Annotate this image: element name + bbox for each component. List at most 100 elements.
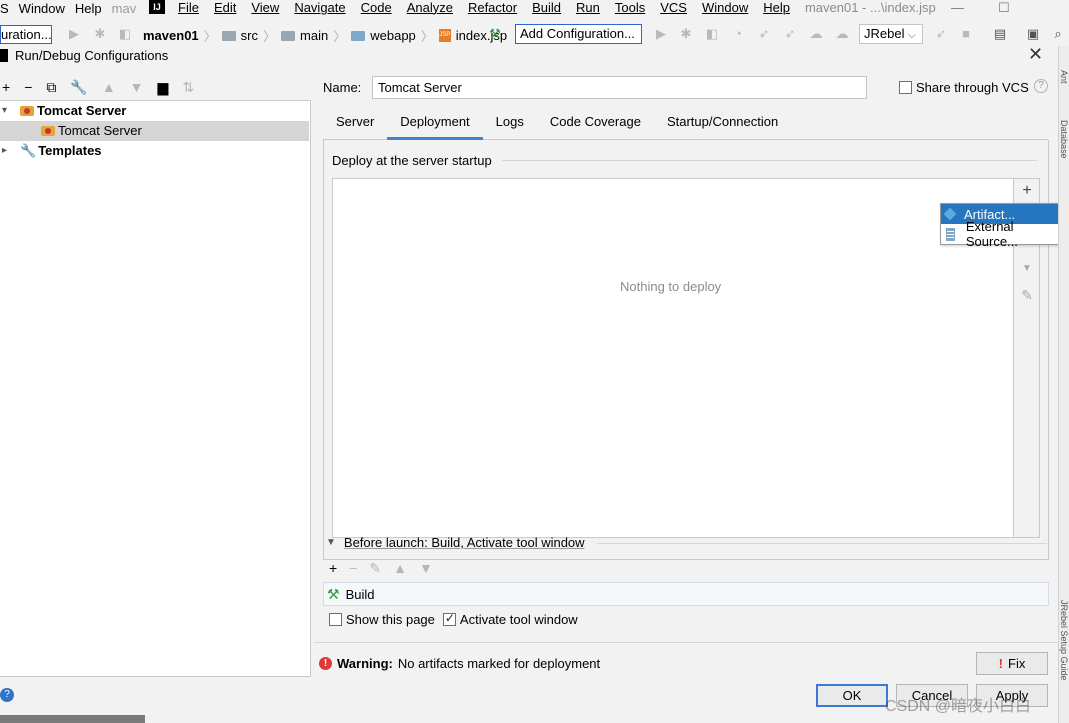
folder-icon: [221, 30, 236, 41]
menu-edit[interactable]: Edit: [214, 0, 236, 15]
menu-refactor[interactable]: Refactor: [468, 0, 517, 15]
add-icon[interactable]: +: [329, 560, 337, 577]
help-icon[interactable]: ?: [0, 688, 14, 702]
menu-item-window-left[interactable]: Window: [19, 1, 65, 16]
maximize-icon[interactable]: ☐: [998, 0, 1010, 16]
move-down-icon[interactable]: ▼: [1019, 261, 1035, 277]
move-down-icon[interactable]: ▼: [130, 79, 144, 95]
build-hammer-icon[interactable]: ⚒: [487, 26, 503, 42]
tab-server[interactable]: Server: [323, 108, 387, 140]
new-folder-icon[interactable]: ▆: [158, 79, 169, 96]
warning-icon: !: [319, 657, 332, 670]
tool-window-database[interactable]: Database: [1059, 120, 1069, 159]
before-launch-label: Before launch: Build, Activate tool wind…: [343, 535, 585, 550]
menu-tools[interactable]: Tools: [615, 0, 645, 15]
menu-window[interactable]: Window: [702, 0, 748, 15]
tab-logs[interactable]: Logs: [483, 108, 537, 140]
project-structure-icon[interactable]: ▤: [992, 26, 1008, 42]
show-page-label: Show this page: [346, 612, 435, 627]
move-up-icon[interactable]: ▲: [102, 79, 116, 95]
deployment-list[interactable]: [332, 178, 1014, 538]
popup-item-external-source[interactable]: External Source...: [941, 219, 1067, 249]
menu-code[interactable]: Code: [361, 0, 392, 15]
fix-button[interactable]: ! Fix: [976, 652, 1048, 675]
coverage-disabled-icon[interactable]: ◧: [704, 26, 720, 42]
share-checkbox[interactable]: [899, 81, 912, 94]
before-launch-header[interactable]: ▼ Before launch: Build, Activate tool wi…: [326, 535, 585, 550]
menu-vcs[interactable]: VCS: [660, 0, 687, 15]
coverage-icon[interactable]: ◧: [117, 26, 133, 42]
sort-icon[interactable]: ⇅: [182, 79, 194, 96]
tree-group-tomcat[interactable]: ▾ Tomcat Server: [0, 101, 309, 121]
debug-disabled-icon[interactable]: ✱: [678, 26, 694, 42]
breadcrumb-project[interactable]: maven01: [143, 28, 199, 43]
menu-analyze[interactable]: Analyze: [407, 0, 453, 15]
ok-button[interactable]: OK: [816, 684, 888, 707]
menu-item-help-left[interactable]: Help: [75, 1, 102, 16]
move-down-icon[interactable]: ▼: [419, 560, 433, 577]
tab-code-coverage[interactable]: Code Coverage: [537, 108, 654, 140]
config-tree-toolbar: + − ⧉ 🔧 ▲ ▼ ▆ ⇅: [2, 78, 194, 96]
breadcrumb-main[interactable]: main: [300, 28, 328, 43]
remove-icon[interactable]: −: [24, 79, 32, 95]
remove-icon[interactable]: −: [349, 560, 357, 577]
menu-navigate[interactable]: Navigate: [294, 0, 345, 15]
web-folder-icon: [351, 30, 366, 41]
tab-startup-connection[interactable]: Startup/Connection: [654, 108, 791, 140]
share-through-vcs[interactable]: Share through VCS: [899, 80, 1029, 95]
edit-pencil-icon[interactable]: ✎: [1019, 287, 1035, 303]
chevron-right-icon: 〉: [333, 29, 347, 44]
run-disabled-icon[interactable]: ▶: [653, 26, 669, 42]
breadcrumb-webapp[interactable]: webapp: [370, 28, 416, 43]
jrebel-run-icon[interactable]: ➶: [756, 26, 772, 42]
jrebel-dropdown[interactable]: JRebel ⌵: [859, 24, 923, 44]
chevron-down-icon[interactable]: ▾: [0, 101, 16, 121]
menu-help[interactable]: Help: [763, 0, 790, 15]
tool-window-ant[interactable]: Ant: [1059, 70, 1069, 84]
warning-message: ! Warning: No artifacts marked for deplo…: [319, 656, 600, 671]
minimize-icon[interactable]: —: [951, 0, 964, 16]
debug-icon[interactable]: ✱: [92, 26, 108, 42]
menu-file[interactable]: File: [178, 0, 199, 15]
show-page-checkbox[interactable]: [329, 613, 342, 626]
chevron-right-icon: 〉: [420, 29, 434, 44]
watermark: CSDN @暗夜小白白: [885, 698, 1032, 715]
artifact-icon: [943, 207, 957, 221]
breadcrumb-src[interactable]: src: [241, 28, 258, 43]
help-icon[interactable]: ?: [1034, 79, 1048, 93]
run-icon[interactable]: ▶: [66, 26, 82, 42]
add-icon[interactable]: +: [2, 79, 10, 95]
jrebel-sync-icon[interactable]: ☁: [834, 26, 850, 42]
chevron-down-icon[interactable]: ▼: [326, 537, 336, 548]
add-deployment-icon[interactable]: +: [1019, 183, 1035, 199]
close-icon[interactable]: ✕: [1028, 44, 1043, 65]
jrebel-panel-icon[interactable]: ➶: [933, 26, 949, 42]
before-launch-task-build[interactable]: ⚒ Build: [323, 582, 1049, 606]
chevron-right-icon[interactable]: ▸: [0, 141, 16, 161]
activate-tool-window-checkbox[interactable]: [442, 611, 456, 626]
profile-icon[interactable]: ◔: [730, 26, 746, 42]
fix-label: Fix: [1008, 656, 1026, 671]
menu-run[interactable]: Run: [576, 0, 600, 15]
menu-build[interactable]: Build: [532, 0, 561, 15]
warning-prefix: Warning:: [337, 656, 393, 671]
search-icon[interactable]: ⌕: [1050, 26, 1066, 42]
stop-icon[interactable]: ■: [958, 26, 974, 42]
config-selector-left[interactable]: uration...: [0, 25, 52, 44]
jrebel-debug-icon[interactable]: ➶: [782, 26, 798, 42]
tree-item-tomcat-server[interactable]: Tomcat Server: [0, 121, 309, 141]
move-up-icon[interactable]: ▲: [393, 560, 407, 577]
jrebel-update-icon[interactable]: ☁: [808, 26, 824, 42]
name-input[interactable]: [372, 76, 867, 99]
tool-window-jrebel-guide[interactable]: JRebel Setup Guide: [1059, 600, 1069, 681]
wrench-icon[interactable]: 🔧: [70, 79, 87, 96]
copy-icon[interactable]: ⧉: [46, 79, 56, 96]
add-configuration-button[interactable]: Add Configuration...: [515, 24, 642, 44]
menu-view[interactable]: View: [251, 0, 279, 15]
tab-deployment[interactable]: Deployment: [387, 108, 483, 140]
tree-group-templates[interactable]: ▸ 🔧 Templates: [0, 141, 309, 161]
menu-item-s[interactable]: S: [0, 1, 9, 16]
edit-pencil-icon[interactable]: ✎: [369, 560, 381, 577]
deploy-section-title: Deploy at the server startup: [332, 153, 492, 168]
ide-layout-icon[interactable]: ▣: [1025, 26, 1041, 42]
